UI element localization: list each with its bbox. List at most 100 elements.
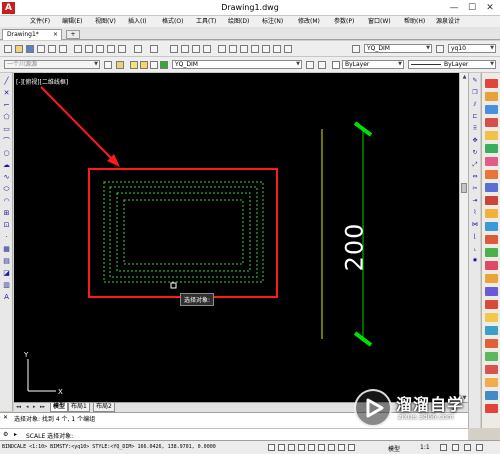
tool-palettes-icon[interactable] <box>240 45 248 53</box>
plugin-tool-icon[interactable] <box>485 404 498 413</box>
lock-icon[interactable] <box>150 61 158 69</box>
annotation-visibility-icon[interactable] <box>440 444 447 451</box>
annotation-scale-label[interactable]: 1:1 <box>420 444 430 451</box>
ortho-icon[interactable] <box>288 444 295 451</box>
next-layout-icon[interactable]: ▸ <box>33 403 36 412</box>
snap-icon[interactable] <box>278 444 285 451</box>
move-icon[interactable]: ✥ <box>471 137 479 145</box>
plugin-tool-icon[interactable] <box>485 352 498 361</box>
workspace-switch-icon[interactable] <box>452 444 459 451</box>
line-icon[interactable]: ╱ <box>2 77 11 86</box>
cut-icon[interactable] <box>74 45 82 53</box>
menu-format[interactable]: 格式(O) <box>162 17 183 26</box>
grid-icon[interactable] <box>268 444 275 451</box>
polar-icon[interactable] <box>298 444 305 451</box>
osnap-icon[interactable] <box>308 444 315 451</box>
open-folder-icon[interactable] <box>15 45 23 53</box>
plugin-tool-icon[interactable] <box>485 235 498 244</box>
menu-tools[interactable]: 工具(T) <box>196 17 216 26</box>
arc-icon[interactable]: ⌒ <box>2 137 11 146</box>
chamfer-icon[interactable]: ⌊ <box>471 233 479 241</box>
rectangle-icon[interactable]: ▭ <box>2 125 11 134</box>
new-file-icon[interactable] <box>4 45 12 53</box>
properties-icon[interactable] <box>218 45 226 53</box>
plugin-tool-icon[interactable] <box>485 196 498 205</box>
help-icon[interactable] <box>284 45 292 53</box>
undo-icon[interactable] <box>134 45 142 53</box>
plugin-tool-icon[interactable] <box>485 170 498 179</box>
plugin-tool-icon[interactable] <box>485 92 498 101</box>
plugin-tool-icon[interactable] <box>485 274 498 283</box>
zoom-realtime-icon[interactable] <box>181 45 189 53</box>
drawing-canvas[interactable]: [-][俯视][二维线框] Y X 200 选择对象: <box>14 73 459 402</box>
layer-previous-icon[interactable] <box>318 61 326 69</box>
prev-layout-icon[interactable]: ◂ <box>26 403 29 412</box>
print-icon[interactable] <box>37 45 45 53</box>
textstyle-combo[interactable]: yq10 ▼ <box>448 44 496 53</box>
plot-preview-icon[interactable] <box>48 45 56 53</box>
make-current-icon[interactable] <box>306 61 314 69</box>
revision-cloud-icon[interactable]: ☁ <box>2 161 11 170</box>
clean-screen-icon[interactable] <box>476 444 483 451</box>
menu-parametric[interactable]: 参数(P) <box>334 17 354 26</box>
plugin-tool-icon[interactable] <box>485 378 498 387</box>
document-tab[interactable]: Drawing1* × <box>2 29 62 40</box>
menu-view[interactable]: 视图(V) <box>95 17 116 26</box>
point-icon[interactable]: · <box>2 233 11 242</box>
extend-icon[interactable]: ⇥ <box>471 197 479 205</box>
lock-ui-icon[interactable] <box>464 444 471 451</box>
menu-file[interactable]: 文件(F) <box>30 17 50 26</box>
ducs-icon[interactable] <box>328 444 335 451</box>
plugin-tool-icon[interactable] <box>485 157 498 166</box>
rotate-icon[interactable]: ↻ <box>471 149 479 157</box>
copy-object-icon[interactable]: ❐ <box>471 89 479 97</box>
dimstyle-combo[interactable]: YQ_DIM ▼ <box>364 44 432 53</box>
model-space-label[interactable]: 模型 <box>388 444 400 453</box>
sun-icon[interactable] <box>140 61 148 69</box>
plugin-tool-icon[interactable] <box>485 105 498 114</box>
block-editor-icon[interactable] <box>118 45 126 53</box>
plugin-tool-icon[interactable] <box>485 339 498 348</box>
dimension-text[interactable]: 200 <box>340 223 368 272</box>
plugin-tool-icon[interactable] <box>485 183 498 192</box>
sheet-set-icon[interactable] <box>251 45 259 53</box>
last-layout-icon[interactable]: ▸▸ <box>40 403 45 412</box>
plugin-tool-icon[interactable] <box>485 365 498 374</box>
menu-dimension[interactable]: 标注(N) <box>262 17 283 26</box>
spline-icon[interactable]: ∿ <box>2 173 11 182</box>
wrench-icon[interactable]: ⚙ <box>3 431 8 438</box>
layer-properties-icon[interactable] <box>116 61 124 69</box>
explode-icon[interactable]: ✸ <box>471 257 479 265</box>
polyline-icon[interactable]: ⌐ <box>2 101 11 110</box>
polygon-icon[interactable]: ⬠ <box>2 113 11 122</box>
menu-insert[interactable]: 插入(I) <box>128 17 146 26</box>
plugin-tool-icon[interactable] <box>485 326 498 335</box>
fillet-icon[interactable]: ⌞ <box>471 245 479 253</box>
close-icon[interactable]: ✕ <box>3 414 8 421</box>
tab-layout1[interactable]: 布局1 <box>68 403 90 412</box>
markup-icon[interactable] <box>262 45 270 53</box>
plugin-tool-icon[interactable] <box>485 79 498 88</box>
mirror-icon[interactable]: ⫽ <box>471 101 479 109</box>
close-button[interactable]: ✕ <box>482 1 498 15</box>
ellipse-arc-icon[interactable]: ◠ <box>2 197 11 206</box>
save-icon[interactable] <box>26 45 34 53</box>
new-tab-button[interactable]: + <box>66 30 80 39</box>
plugin-tool-icon[interactable] <box>485 287 498 296</box>
selected-rectangle-outer[interactable] <box>103 181 264 283</box>
zoom-previous-icon[interactable] <box>203 45 211 53</box>
plugin-tool-icon[interactable] <box>485 131 498 140</box>
first-layout-icon[interactable]: ◂◂ <box>16 403 21 412</box>
offset-icon[interactable]: ⊏ <box>471 113 479 121</box>
plugin-tool-icon[interactable] <box>485 248 498 257</box>
selected-rectangle-inner[interactable] <box>123 199 244 265</box>
copy-icon[interactable] <box>85 45 93 53</box>
lineweight-icon[interactable] <box>348 444 355 451</box>
trim-icon[interactable]: ✂ <box>471 185 479 193</box>
scroll-thumb[interactable] <box>461 183 467 193</box>
layer-combo[interactable]: YQ_DIM ▼ <box>172 60 302 69</box>
vertical-scrollbar[interactable]: ▲ ▼ <box>459 73 468 402</box>
minimize-button[interactable]: — <box>446 1 462 15</box>
plugin-tool-icon[interactable] <box>485 118 498 127</box>
menu-modify[interactable]: 修改(M) <box>298 17 320 26</box>
